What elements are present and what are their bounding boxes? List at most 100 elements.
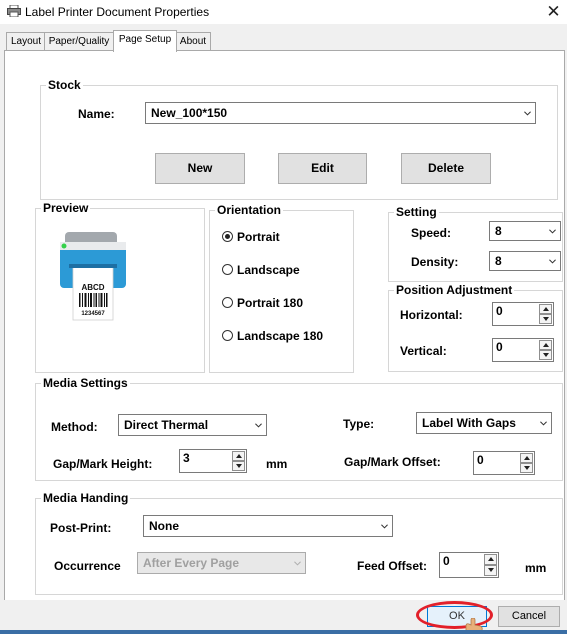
arrow-down-icon: [543, 353, 549, 357]
gap-mark-offset-label: Gap/Mark Offset:: [344, 455, 441, 469]
cancel-button[interactable]: Cancel: [498, 606, 560, 627]
chevron-down-icon: [540, 421, 547, 426]
vertical-label: Vertical:: [400, 344, 447, 358]
gap-mark-offset-spinner[interactable]: 0: [473, 451, 535, 475]
stock-legend: Stock: [46, 78, 83, 92]
arrow-down-icon: [524, 466, 530, 470]
method-value: Direct Thermal: [124, 418, 209, 432]
chevron-down-icon: [294, 561, 301, 566]
radio-circle: [222, 264, 233, 275]
preview-legend: Preview: [41, 201, 91, 215]
spin-up-button[interactable]: [484, 554, 497, 565]
vertical-value: 0: [496, 340, 503, 354]
occurrence-select: After Every Page: [137, 552, 306, 574]
horizontal-label: Horizontal:: [400, 308, 463, 322]
name-label: Name:: [78, 107, 115, 121]
spin-up-button[interactable]: [232, 451, 245, 461]
feed-offset-spinner[interactable]: 0: [439, 552, 499, 578]
occurrence-value: After Every Page: [143, 556, 240, 570]
arrow-down-icon: [488, 568, 494, 572]
spinner-arrows: [539, 340, 552, 360]
post-print-value: None: [149, 519, 179, 533]
chevron-down-icon: [524, 111, 531, 116]
gap-mark-height-spinner[interactable]: 3: [179, 449, 247, 473]
edit-button[interactable]: Edit: [278, 153, 367, 184]
preview-label-text: ABCD: [81, 283, 104, 292]
density-label: Density:: [411, 255, 459, 269]
tab-layout[interactable]: Layout: [6, 32, 46, 51]
printer-preview-icon: ABCD 1234567: [60, 232, 126, 321]
type-value: Label With Gaps: [422, 416, 516, 430]
spinner-arrows: [520, 453, 533, 473]
media-settings-legend: Media Settings: [41, 376, 130, 390]
spin-down-button[interactable]: [232, 461, 245, 471]
radio-circle: [222, 231, 233, 242]
radio-circle: [222, 297, 233, 308]
stock-name-value: New_100*150: [151, 106, 228, 120]
tab-paper-quality[interactable]: Paper/Quality: [44, 32, 114, 51]
setting-legend: Setting: [394, 205, 439, 219]
position-adjustment-legend: Position Adjustment: [394, 283, 515, 297]
tab-page-setup[interactable]: Page Setup: [113, 30, 177, 52]
spin-up-button[interactable]: [539, 340, 552, 350]
spinner-arrows: [232, 451, 245, 471]
arrow-up-icon: [524, 456, 530, 460]
post-print-label: Post-Print:: [50, 521, 112, 535]
printer-icon: [7, 5, 21, 17]
radio-portrait-180-label: Portrait 180: [237, 296, 304, 310]
feed-offset-value: 0: [443, 554, 450, 568]
horizontal-spinner[interactable]: 0: [492, 302, 554, 326]
spinner-arrows: [539, 304, 552, 324]
gap-mark-height-label: Gap/Mark Height:: [53, 457, 153, 471]
close-button[interactable]: ✕: [540, 0, 567, 24]
horizontal-value: 0: [496, 304, 503, 318]
type-label: Type:: [343, 417, 375, 431]
spin-down-button[interactable]: [539, 350, 552, 360]
radio-selected-dot: [225, 234, 230, 239]
radio-landscape-label: Landscape: [237, 263, 300, 277]
arrow-up-icon: [543, 307, 549, 311]
spin-up-button[interactable]: [520, 453, 533, 463]
preview-barcode-number: 1234567: [81, 311, 105, 317]
radio-portrait-label: Portrait: [237, 230, 280, 244]
feed-offset-label: Feed Offset:: [357, 559, 428, 573]
spin-up-button[interactable]: [539, 304, 552, 314]
method-select[interactable]: Direct Thermal: [118, 414, 267, 436]
spin-down-button[interactable]: [539, 314, 552, 324]
chevron-down-icon: [255, 423, 262, 428]
radio-landscape-180-label: Landscape 180: [237, 329, 324, 343]
orientation-legend: Orientation: [215, 203, 284, 217]
taskbar-strip: [0, 630, 567, 634]
gap-mark-height-value: 3: [183, 451, 190, 465]
media-handling-group: [35, 498, 563, 595]
feed-offset-unit: mm: [525, 561, 547, 575]
arrow-up-icon: [488, 557, 494, 561]
stock-name-select[interactable]: New_100*150: [145, 102, 536, 124]
spinner-arrows: [484, 554, 497, 576]
arrow-up-icon: [236, 454, 242, 458]
tab-about[interactable]: About: [175, 32, 211, 51]
delete-button[interactable]: Delete: [401, 153, 491, 184]
new-button[interactable]: New: [155, 153, 245, 184]
title-bar: Label Printer Document Properties ✕: [0, 0, 567, 24]
method-label: Method:: [51, 420, 98, 434]
density-value: 8: [495, 254, 502, 268]
gap-mark-height-unit: mm: [266, 457, 288, 471]
density-select[interactable]: 8: [489, 251, 561, 271]
chevron-down-icon: [381, 524, 388, 529]
chevron-down-icon: [549, 259, 556, 264]
speed-value: 8: [495, 224, 502, 238]
spin-down-button[interactable]: [520, 463, 533, 473]
type-select[interactable]: Label With Gaps: [416, 412, 552, 434]
arrow-down-icon: [543, 317, 549, 321]
post-print-select[interactable]: None: [143, 515, 393, 537]
vertical-spinner[interactable]: 0: [492, 338, 554, 362]
speed-label: Speed:: [411, 226, 452, 240]
chevron-down-icon: [549, 229, 556, 234]
media-handling-legend: Media Handing: [41, 491, 131, 505]
radio-circle: [222, 330, 233, 341]
arrow-up-icon: [543, 343, 549, 347]
speed-select[interactable]: 8: [489, 221, 561, 241]
occurrence-label: Occurrence: [54, 559, 121, 573]
spin-down-button[interactable]: [484, 565, 497, 576]
